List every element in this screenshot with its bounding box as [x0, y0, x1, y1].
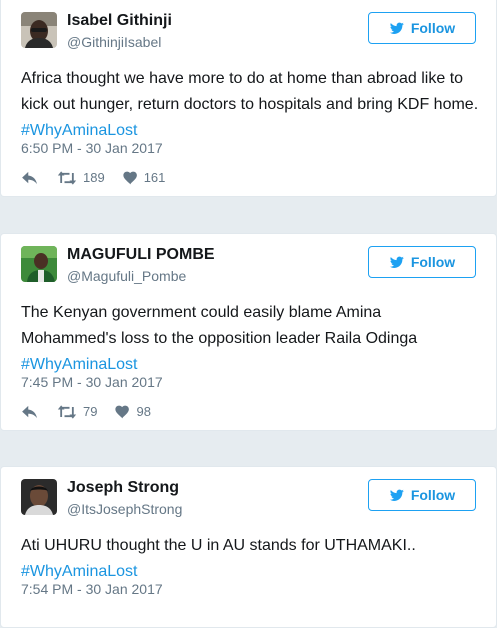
- retweet-count: 189: [83, 170, 105, 185]
- reply-button[interactable]: [21, 405, 39, 419]
- tweet-text-line: The Kenyan government could easily blame…: [21, 304, 382, 321]
- twitter-bird-icon: [389, 488, 405, 502]
- tweet-text-line: Mohammed's loss to the opposition leader…: [21, 330, 418, 347]
- retweet-count: 79: [83, 404, 98, 419]
- heart-icon: [123, 171, 138, 185]
- tweet-actions: 79 98: [21, 404, 169, 419]
- tweet-card: Isabel Githinji @GithinjiIsabel Follow A…: [0, 0, 497, 197]
- tweet-timestamp[interactable]: 7:54 PM - 30 Jan 2017: [21, 581, 163, 597]
- tweet-text: Ati UHURU thought the U in AU stands for…: [21, 533, 484, 585]
- tweet-actions: 189 161: [21, 170, 183, 185]
- follow-label: Follow: [410, 487, 456, 503]
- like-button[interactable]: 98: [115, 404, 151, 419]
- user-handle[interactable]: @Magufuli_Pombe: [67, 268, 186, 284]
- follow-label: Follow: [410, 20, 456, 36]
- tweet-timestamp[interactable]: 6:50 PM - 30 Jan 2017: [21, 140, 163, 156]
- tweet-text: The Kenyan government could easily blame…: [21, 300, 484, 378]
- like-count: 161: [143, 170, 166, 185]
- twitter-bird-icon: [389, 21, 405, 35]
- user-handle[interactable]: @ItsJosephStrong: [67, 501, 182, 517]
- reply-button[interactable]: [21, 171, 39, 185]
- avatar[interactable]: [21, 479, 57, 515]
- display-name[interactable]: MAGUFULI POMBE: [67, 246, 215, 264]
- like-count: 98: [136, 404, 151, 419]
- follow-button[interactable]: Follow: [368, 12, 476, 44]
- tweet-card: MAGUFULI POMBE @Magufuli_Pombe Follow Th…: [0, 233, 497, 431]
- display-name[interactable]: Isabel Githinji: [67, 12, 172, 30]
- retweet-button[interactable]: 189: [57, 170, 105, 185]
- avatar[interactable]: [21, 12, 57, 48]
- heart-icon: [115, 405, 130, 419]
- retweet-button[interactable]: 79: [57, 404, 97, 419]
- display-name[interactable]: Joseph Strong: [67, 479, 179, 497]
- like-button[interactable]: 161: [123, 170, 166, 185]
- retweet-icon: [57, 405, 77, 419]
- twitter-bird-icon: [389, 255, 405, 269]
- retweet-icon: [57, 171, 77, 185]
- tweet-text-line: kick out hunger, return doctors to hospi…: [21, 96, 479, 113]
- follow-label: Follow: [410, 254, 456, 270]
- reply-icon: [21, 405, 39, 419]
- reply-icon: [21, 171, 39, 185]
- tweet-card: Joseph Strong @ItsJosephStrong Follow At…: [0, 466, 497, 628]
- avatar[interactable]: [21, 246, 57, 282]
- tweet-text-line: Africa thought we have more to do at hom…: [21, 70, 464, 87]
- follow-button[interactable]: Follow: [368, 246, 476, 278]
- tweet-timestamp[interactable]: 7:45 PM - 30 Jan 2017: [21, 374, 163, 390]
- tweet-text: Africa thought we have more to do at hom…: [21, 66, 484, 144]
- follow-button[interactable]: Follow: [368, 479, 476, 511]
- tweet-text-line: Ati UHURU thought the U in AU stands for…: [21, 537, 416, 554]
- user-handle[interactable]: @GithinjiIsabel: [67, 34, 161, 50]
